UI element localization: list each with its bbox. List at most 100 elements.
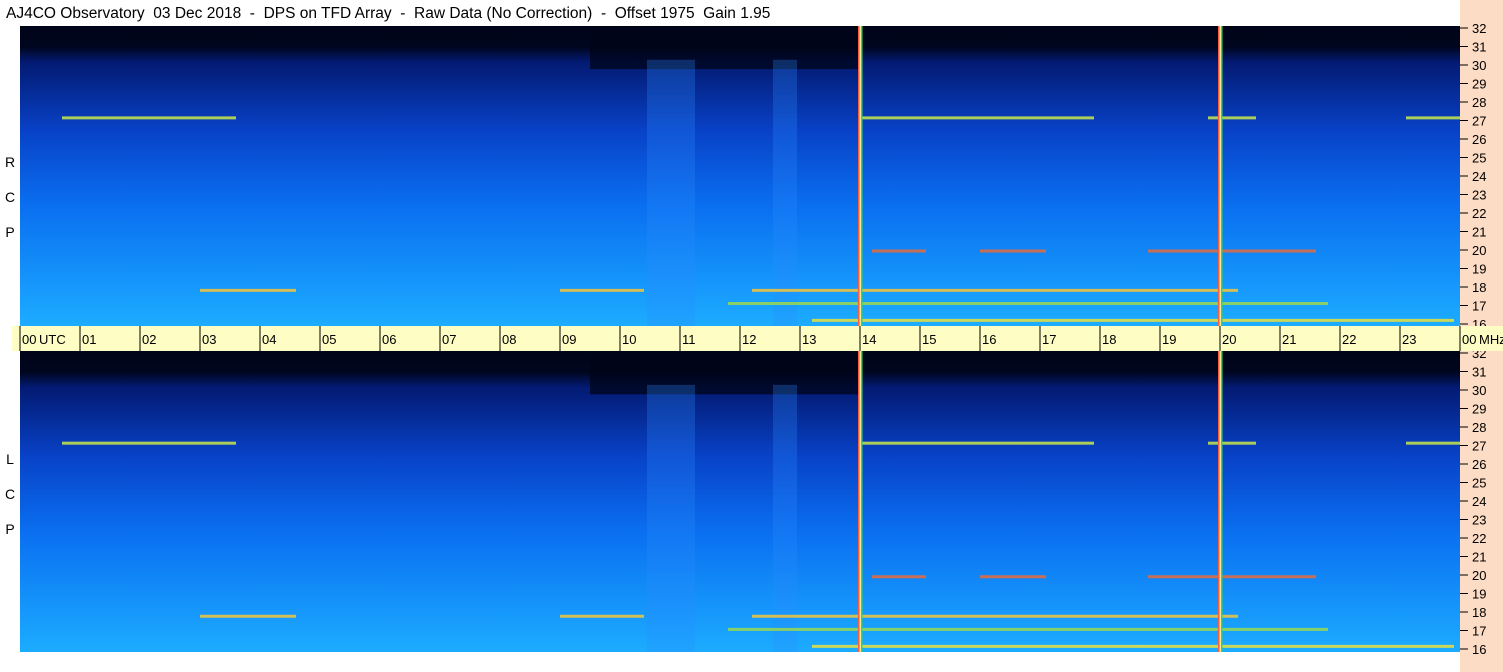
- rcp-freq-tick-label: 18: [1472, 280, 1486, 295]
- rcp-marker-light: [859, 26, 861, 326]
- lcp-freq-tick-label: 27: [1472, 439, 1486, 454]
- lcp-emission-band: [812, 644, 1454, 648]
- lcp-freq-tick-label: 24: [1472, 494, 1486, 509]
- rcp-frequency-scale: 32 31 30 29 28 27 26 25 24 23 22 21 20 19 18 17 16: [1460, 0, 1503, 326]
- lcp-freq-tick-label: 22: [1472, 531, 1486, 546]
- time-tick-label: 22: [1342, 332, 1356, 347]
- time-tick-label: 00: [22, 332, 36, 347]
- lcp-frequency-scale: 32 31 30 29 28 27 26 25 24 23 22 21 20 19 18 17 16: [1460, 351, 1503, 672]
- time-tick-label: 18: [1102, 332, 1116, 347]
- rcp-emission-band: [560, 288, 644, 292]
- lcp-freq-tick-label: 17: [1472, 624, 1486, 639]
- time-tick-label: 04: [262, 332, 276, 347]
- time-tick-label: 06: [382, 332, 396, 347]
- rcp-freq-tick-label: 19: [1472, 262, 1486, 277]
- time-tick-label: 08: [502, 332, 516, 347]
- rcp-emission-band: [1406, 116, 1460, 120]
- rcp-spectrum-background: [20, 26, 1460, 326]
- rcp-label-p: P: [5, 224, 15, 240]
- chart-title: AJ4CO Observatory 03 Dec 2018 - DPS on T…: [6, 5, 771, 22]
- time-tick-label: 15: [922, 332, 936, 347]
- lcp-emission-band: [200, 614, 296, 618]
- time-tick-label: 03: [202, 332, 216, 347]
- rcp-freq-tick-label: 26: [1472, 132, 1486, 147]
- lcp-emission-band: [1406, 441, 1460, 445]
- rcp-label-column: R C P: [0, 26, 20, 326]
- lcp-marker-green: [861, 351, 863, 652]
- rcp-freq-tick-label: 20: [1472, 243, 1486, 258]
- lcp-marker-red: [858, 351, 860, 652]
- lcp-marker-light: [859, 351, 861, 652]
- rcp-emission-band: [728, 302, 1328, 305]
- rcp-broadband-column: [647, 59, 695, 326]
- lcp-freq-tick-label: 20: [1472, 568, 1486, 583]
- lcp-freq-tick-label: 28: [1472, 420, 1486, 435]
- rcp-spectrogram: [20, 26, 1460, 326]
- rcp-label-c: C: [4, 189, 16, 205]
- lcp-label-column: L C P: [0, 351, 20, 652]
- rcp-emission-band: [1148, 249, 1316, 253]
- time-tick-label: 02: [142, 332, 156, 347]
- lcp-freq-tick-label: 23: [1472, 513, 1486, 528]
- lcp-freq-tick-label: 19: [1472, 587, 1486, 602]
- rcp-freq-tick-label: 17: [1472, 299, 1486, 314]
- rcp-freq-tick-label: 31: [1472, 40, 1486, 55]
- rcp-freq-tick-label: 21: [1472, 225, 1486, 240]
- rcp-broadband-column: [773, 59, 797, 326]
- time-axis: 00 01 02 03 04 05 06 07 08 09 10 11 12 13 14 15 16 17 18 19…: [12, 326, 1503, 351]
- lcp-emission-band: [1148, 575, 1316, 579]
- rcp-freq-tick-label: 29: [1472, 77, 1486, 92]
- time-tick-label: 23: [1402, 332, 1416, 347]
- time-tick-label: 20: [1222, 332, 1236, 347]
- lcp-freq-tick-label: 26: [1472, 457, 1486, 472]
- time-tick-label: 13: [802, 332, 816, 347]
- rcp-freq-tick-label: 32: [1472, 21, 1486, 36]
- lcp-freq-tick-label: 29: [1472, 402, 1486, 417]
- lcp-freq-tick-label: 32: [1472, 351, 1486, 361]
- lcp-marker-red: [1218, 351, 1220, 652]
- time-tick-label: 14: [862, 332, 876, 347]
- lcp-label-l: L: [6, 451, 14, 467]
- lcp-emission-band: [872, 575, 926, 579]
- rcp-freq-tick-label: 25: [1472, 151, 1486, 166]
- freq-unit-label: MHz: [1479, 332, 1503, 347]
- lcp-emission-band: [1208, 441, 1256, 445]
- rcp-freq-tick-label: 30: [1472, 58, 1486, 73]
- lcp-emission-band: [62, 441, 236, 445]
- rcp-emission-band: [62, 116, 236, 120]
- time-tick-label: 17: [1042, 332, 1056, 347]
- rcp-emission-band: [812, 318, 1454, 322]
- time-tick-label: 21: [1282, 332, 1296, 347]
- lcp-spectrogram: [20, 351, 1460, 652]
- lcp-emission-band: [728, 627, 1328, 631]
- time-unit-label: UTC: [39, 332, 66, 347]
- rcp-emission-band: [872, 249, 926, 253]
- lcp-marker-green: [1221, 351, 1223, 652]
- rcp-marker-green: [861, 26, 863, 326]
- time-tick-label: 00: [1462, 332, 1476, 347]
- lcp-freq-tick-label: 16: [1472, 642, 1486, 657]
- rcp-emission-band: [1208, 116, 1256, 120]
- lcp-emission-band: [980, 575, 1046, 579]
- lcp-emission-band: [752, 614, 1238, 618]
- time-tick-label: 05: [322, 332, 336, 347]
- time-tick-label: 12: [742, 332, 756, 347]
- lcp-label-p: P: [5, 521, 15, 537]
- lcp-label-c: C: [4, 486, 16, 502]
- lcp-emission-band: [860, 441, 1094, 445]
- lcp-marker-light: [1219, 351, 1221, 652]
- rcp-freq-tick-label: 22: [1472, 206, 1486, 221]
- lcp-broadband-column: [647, 384, 695, 652]
- rcp-freq-tick-label: 28: [1472, 95, 1486, 110]
- lcp-daytime-cutoff: [590, 351, 860, 395]
- time-tick-label: 11: [682, 332, 696, 347]
- rcp-marker-green: [1221, 26, 1223, 326]
- rcp-freq-tick-label: 24: [1472, 169, 1486, 184]
- lcp-spectrum-background: [20, 351, 1460, 652]
- rcp-marker-red: [1218, 26, 1220, 326]
- rcp-daytime-cutoff: [590, 26, 860, 70]
- rcp-freq-tick-label: 23: [1472, 188, 1486, 203]
- lcp-freq-tick-label: 18: [1472, 605, 1486, 620]
- rcp-emission-band: [200, 288, 296, 292]
- time-tick-label: 19: [1162, 332, 1176, 347]
